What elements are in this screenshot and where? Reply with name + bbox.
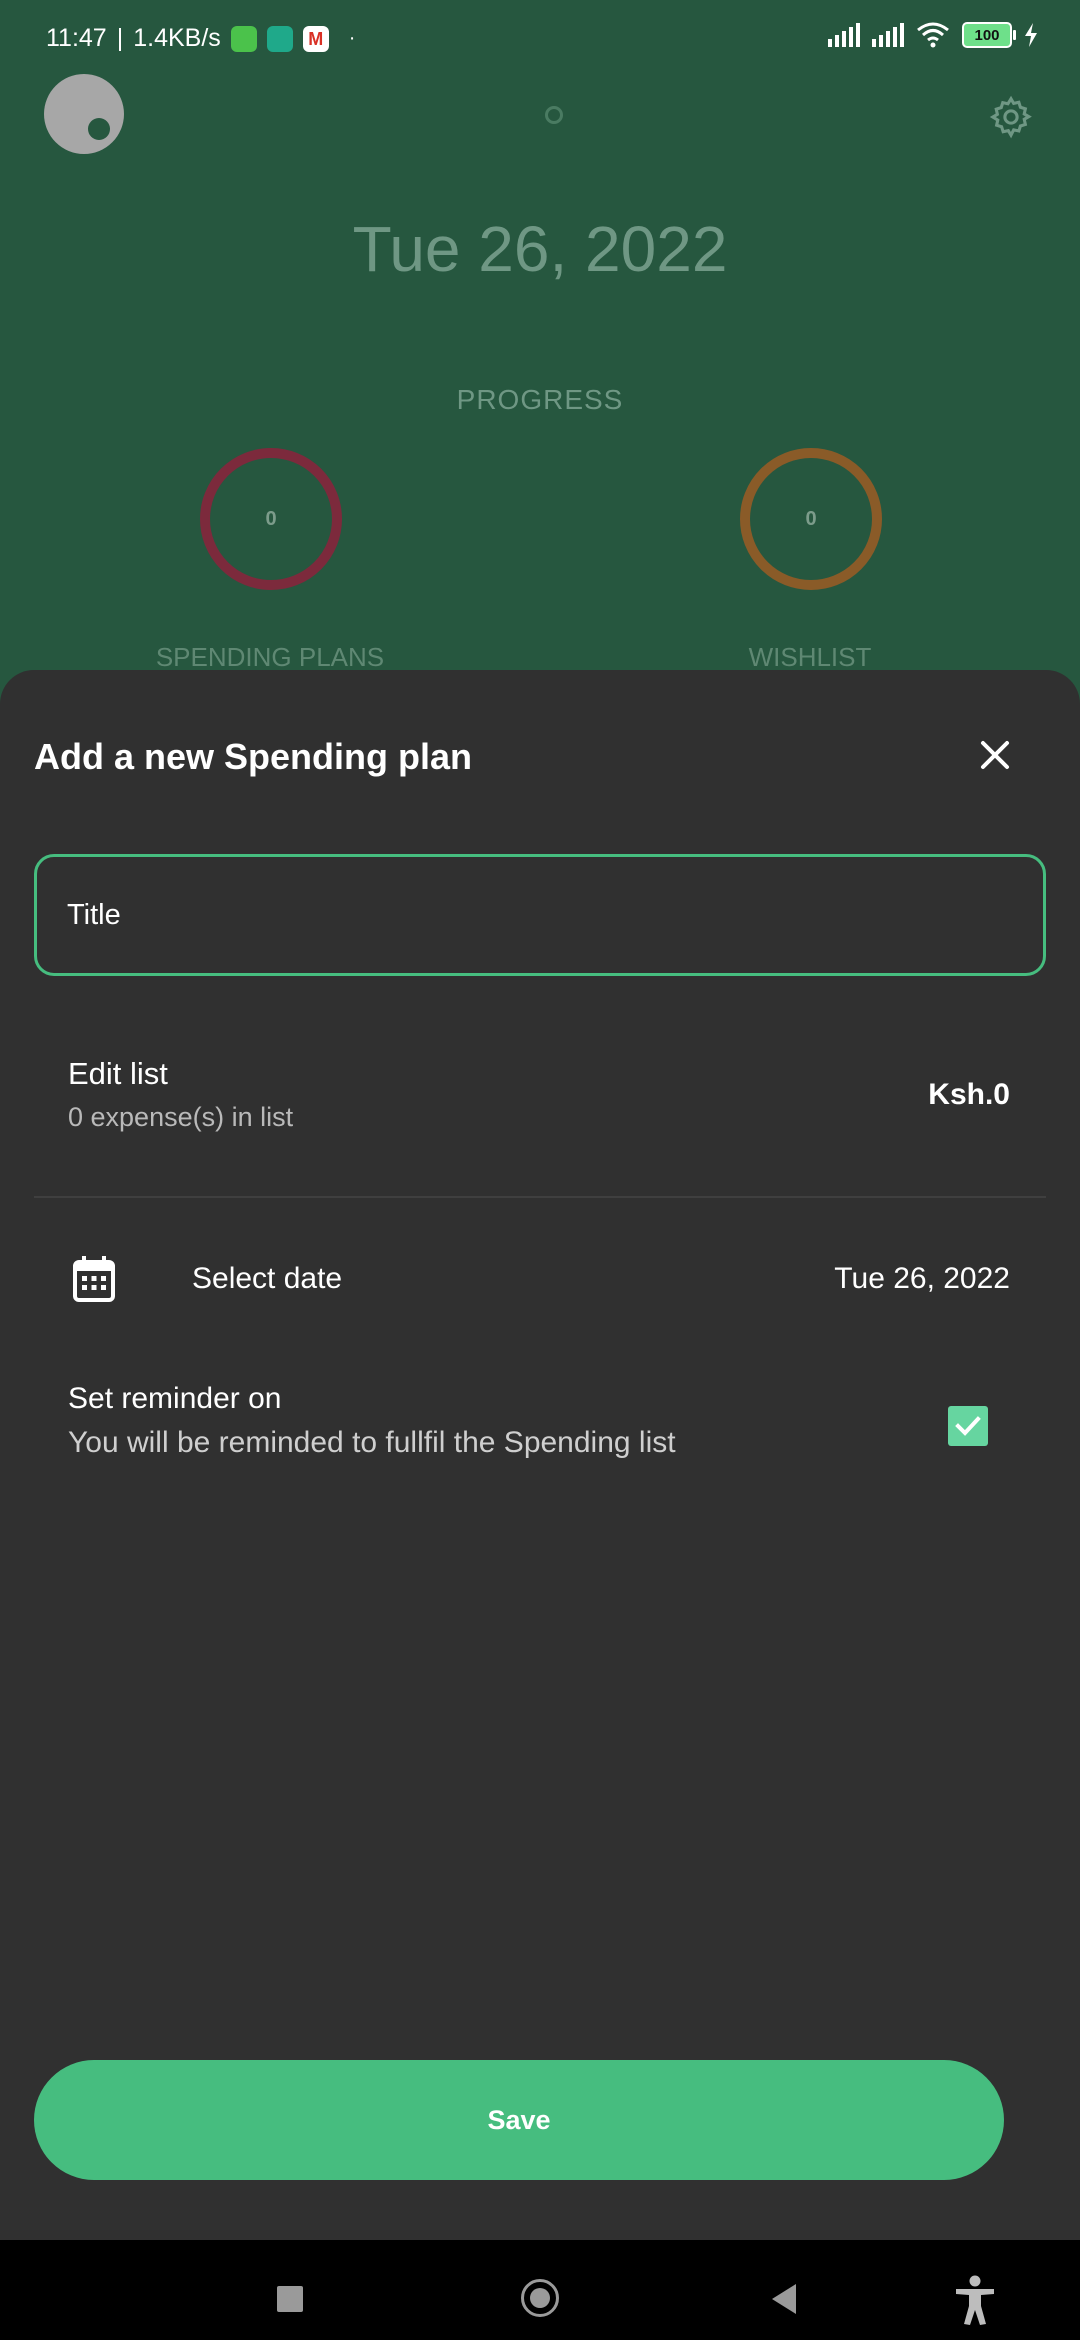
- message-icon: [230, 25, 257, 52]
- battery-icon: 100: [962, 22, 1016, 48]
- selected-date: Tue 26, 2022: [834, 1262, 1010, 1295]
- accessibility-icon[interactable]: [952, 2274, 998, 2326]
- gmail-icon: M: [302, 25, 329, 52]
- status-bar: 11:47 | 1.4KB/s M · 100: [0, 0, 1080, 78]
- check-icon: [955, 1416, 981, 1436]
- navigation-bar: [0, 2240, 1080, 2340]
- sheet-title: Add a new Spending plan: [34, 736, 473, 777]
- add-spending-plan-sheet: Add a new Spending plan Edit list 0 expe…: [0, 670, 1080, 2240]
- calendar-icon: [73, 1256, 115, 1302]
- status-time: 11:47: [46, 24, 107, 52]
- charging-icon: [1025, 23, 1037, 47]
- divider: [34, 1196, 1046, 1198]
- recents-button[interactable]: [277, 2286, 303, 2312]
- signal-icon-2: [872, 23, 904, 47]
- wishlist-ring[interactable]: 0: [740, 448, 882, 590]
- wifi-icon: [917, 22, 949, 48]
- select-date-label: Select date: [192, 1262, 343, 1295]
- save-button[interactable]: Save: [34, 2060, 1004, 2180]
- home-button[interactable]: [521, 2279, 559, 2317]
- title-input[interactable]: [34, 854, 1046, 976]
- expense-count: 0 expense(s) in list: [68, 1102, 294, 1132]
- list-amount: Ksh.0: [928, 1078, 1010, 1111]
- gear-icon[interactable]: [988, 94, 1034, 140]
- reminder-checkbox[interactable]: [948, 1406, 988, 1446]
- edit-list-row[interactable]: Edit list 0 expense(s) in list Ksh.0: [0, 1056, 1080, 1176]
- home-date: Tue 26, 2022: [352, 213, 728, 285]
- edit-list-label: Edit list: [68, 1056, 168, 1091]
- wishlist-label: WISHLIST: [748, 642, 872, 672]
- avatar[interactable]: [44, 74, 124, 154]
- back-button[interactable]: [772, 2284, 796, 2314]
- indicator-dot: [545, 106, 563, 124]
- wishlist-count: 0: [805, 507, 817, 530]
- spending-plans-label: SPENDING PLANS: [155, 642, 385, 672]
- spending-plans-count: 0: [265, 507, 277, 530]
- network-speed: 1.4KB/s: [133, 24, 221, 52]
- close-icon[interactable]: [970, 730, 1020, 780]
- more-notifications-dot: ·: [348, 27, 356, 49]
- reminder-label: Set reminder on: [68, 1382, 282, 1415]
- signal-icon: [828, 23, 860, 47]
- reminder-description: You will be reminded to fullfil the Spen…: [68, 1426, 676, 1459]
- spending-plans-ring[interactable]: 0: [200, 448, 342, 590]
- battery-level: 100: [974, 26, 1000, 44]
- select-date-row[interactable]: Select date Tue 26, 2022: [0, 1254, 1080, 1334]
- shield-icon: [266, 25, 293, 52]
- reminder-row[interactable]: Set reminder on You will be reminded to …: [0, 1382, 1080, 1492]
- status-separator: |: [116, 24, 124, 52]
- progress-heading: PROGRESS: [456, 384, 624, 415]
- background-home: Tue 26, 2022 PROGRESS 0 0 SPENDING PLANS…: [0, 0, 1080, 700]
- screen: Tue 26, 2022 PROGRESS 0 0 SPENDING PLANS…: [0, 0, 1080, 2340]
